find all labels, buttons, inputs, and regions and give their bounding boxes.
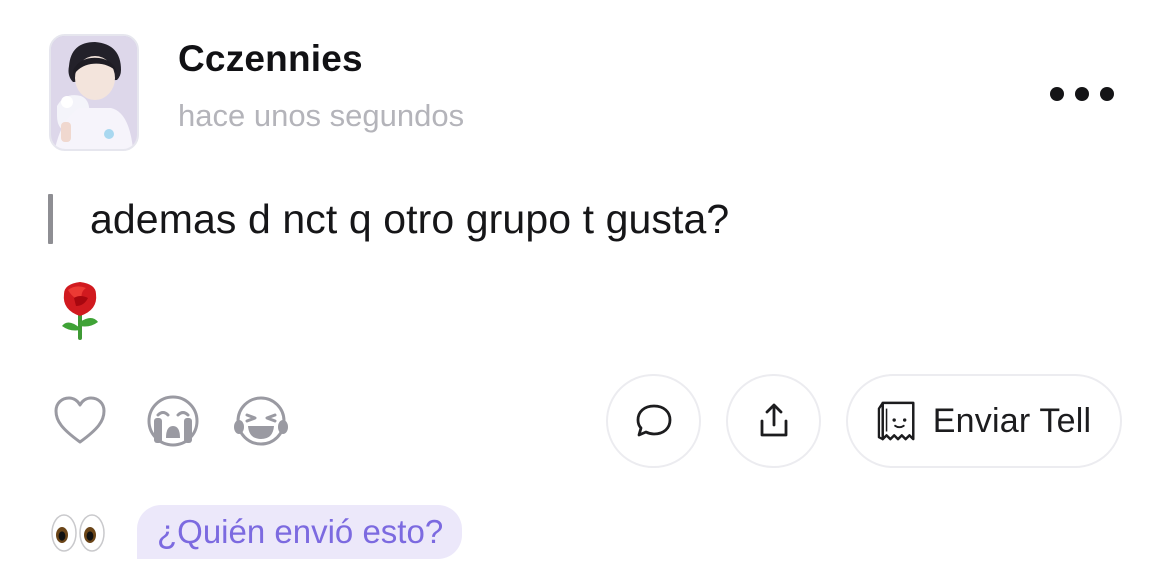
- send-tell-label: Enviar Tell: [932, 401, 1092, 440]
- send-tell-button[interactable]: Enviar Tell: [846, 374, 1122, 468]
- bag-face-icon: [877, 401, 915, 441]
- dot-icon: [1100, 87, 1114, 101]
- who-sent-button[interactable]: ¿Quién envió esto?: [137, 505, 463, 559]
- timestamp: hace unos segundos: [178, 98, 465, 133]
- avatar-image: [51, 36, 137, 149]
- eyes-emoji-icon: [50, 513, 106, 553]
- heart-icon[interactable]: [52, 393, 108, 449]
- quote-bar: [48, 194, 53, 244]
- username[interactable]: Cczennies: [178, 38, 363, 80]
- question-text: ademas d nct q otro grupo t gusta?: [90, 195, 730, 242]
- crying-face-icon[interactable]: [145, 393, 201, 449]
- more-options-button[interactable]: [1046, 78, 1118, 110]
- dot-icon: [1050, 87, 1064, 101]
- laughing-face-icon[interactable]: [233, 393, 289, 449]
- comment-button[interactable]: [606, 374, 701, 468]
- rose-emoji-icon: [54, 280, 106, 340]
- chat-bubble-icon: [636, 404, 671, 437]
- dot-icon: [1075, 87, 1089, 101]
- question-block: ademas d nct q otro grupo t gusta?: [48, 193, 729, 245]
- avatar[interactable]: [49, 34, 139, 151]
- share-button[interactable]: [726, 374, 821, 468]
- share-icon: [760, 403, 787, 437]
